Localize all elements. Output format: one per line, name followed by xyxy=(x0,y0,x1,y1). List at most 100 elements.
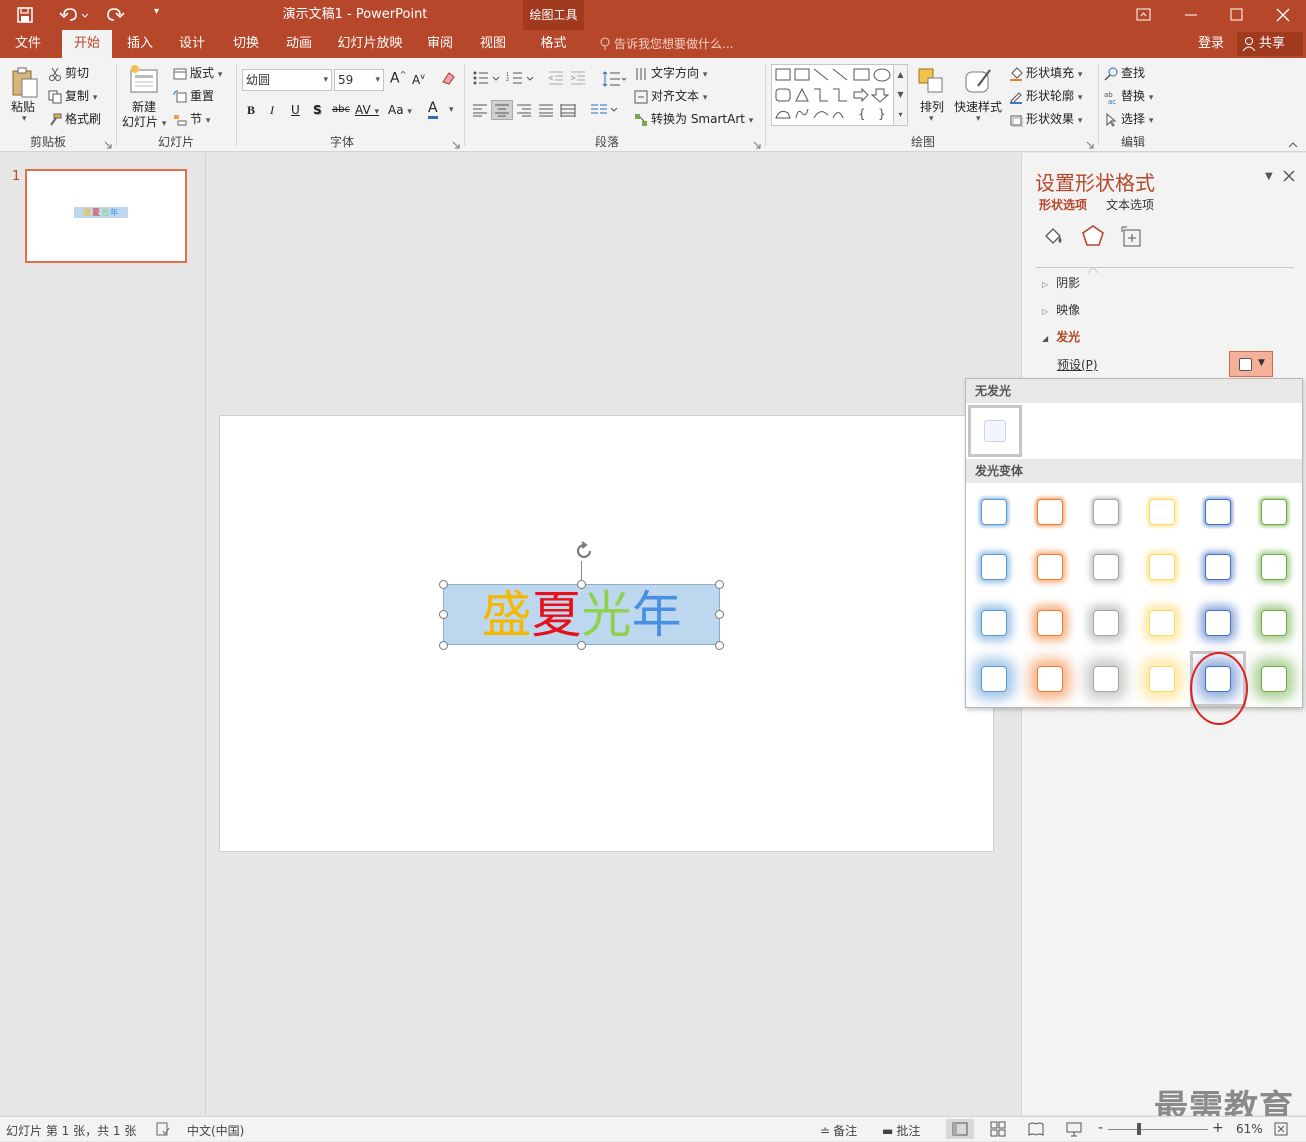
launcher-icon[interactable] xyxy=(104,138,112,149)
numbering-icon[interactable]: 12 xyxy=(506,70,536,86)
zoom-in-button[interactable]: + xyxy=(1212,1120,1224,1136)
ribbon-display-icon[interactable] xyxy=(1136,7,1152,23)
reset-button[interactable]: 重置 xyxy=(173,87,214,104)
normal-view-icon[interactable] xyxy=(946,1119,974,1139)
copy-button[interactable]: 复制 ▾ xyxy=(48,87,97,104)
resize-handle[interactable] xyxy=(577,641,586,650)
glow-variant-option[interactable] xyxy=(1093,610,1119,636)
tab-file[interactable]: 文件 xyxy=(4,30,52,58)
slide-thumbnail[interactable]: 盛夏光年 xyxy=(25,169,187,263)
tab-insert[interactable]: 插入 xyxy=(116,30,164,58)
font-name-combo[interactable]: 幼圆 ▾ xyxy=(242,69,332,91)
columns-icon[interactable] xyxy=(590,103,620,117)
resize-handle[interactable] xyxy=(715,580,724,589)
resize-handle[interactable] xyxy=(439,580,448,589)
spellcheck-icon[interactable] xyxy=(156,1122,170,1136)
glow-variant-option[interactable] xyxy=(1093,554,1119,580)
align-left-icon[interactable] xyxy=(472,103,488,117)
shape-effects-button[interactable]: 形状效果 ▾ xyxy=(1009,110,1082,127)
fill-line-icon[interactable] xyxy=(1042,226,1064,248)
tab-home[interactable]: 开始 xyxy=(62,30,112,58)
tab-animations[interactable]: 动画 xyxy=(275,30,323,58)
glow-variant-option[interactable] xyxy=(1261,666,1287,692)
glow-variant-option[interactable] xyxy=(1149,499,1175,525)
resize-handle[interactable] xyxy=(439,641,448,650)
arrange-dropdown[interactable]: ▾ xyxy=(929,114,934,124)
resize-handle[interactable] xyxy=(439,610,448,619)
fit-slide-icon[interactable] xyxy=(1274,1122,1288,1136)
tab-text-options[interactable]: 文本选项 xyxy=(1106,196,1154,213)
new-slide-label-2[interactable]: 幻灯片 ▾ xyxy=(122,113,166,130)
glow-variant-option[interactable] xyxy=(1037,666,1063,692)
quick-styles-label[interactable]: 快速样式 xyxy=(954,98,1002,115)
line-spacing-icon[interactable] xyxy=(602,70,628,88)
glow-variant-option[interactable] xyxy=(1205,499,1231,525)
zoom-slider-thumb[interactable] xyxy=(1137,1123,1141,1135)
drawing-launcher-icon[interactable] xyxy=(1086,138,1094,149)
glow-variant-option[interactable] xyxy=(981,554,1007,580)
customize-qat-icon[interactable]: ▾ xyxy=(154,6,168,20)
effects-pentagon-icon[interactable] xyxy=(1081,224,1105,248)
convert-smartart-button[interactable]: 转换为 SmartArt ▾ xyxy=(634,110,753,127)
tell-me-box[interactable]: 告诉我您想要做什么... xyxy=(614,30,733,58)
underline-button[interactable]: U xyxy=(291,103,300,117)
section-button[interactable]: 节 ▾ xyxy=(173,110,210,127)
glow-variant-option[interactable] xyxy=(1093,499,1119,525)
language-indicator[interactable]: 中文(中国) xyxy=(187,1122,244,1139)
glow-variant-option[interactable] xyxy=(1149,554,1175,580)
tab-review[interactable]: 审阅 xyxy=(416,30,464,58)
shape-fill-button[interactable]: 形状填充 ▾ xyxy=(1009,64,1082,81)
resize-handle[interactable] xyxy=(577,580,586,589)
paste-icon[interactable] xyxy=(10,66,40,100)
zoom-slider-track[interactable] xyxy=(1108,1129,1208,1130)
comments-button[interactable]: ▬ 批注 xyxy=(882,1122,920,1139)
resize-handle[interactable] xyxy=(715,610,724,619)
replace-button[interactable]: ab ac 替换 ▾ xyxy=(1104,87,1153,106)
close-icon[interactable] xyxy=(1275,7,1291,23)
glow-preset-dropdown[interactable]: ▼ xyxy=(1229,351,1273,377)
glow-variant-option[interactable] xyxy=(1205,610,1231,636)
undo-icon[interactable] xyxy=(58,5,89,25)
no-glow-option[interactable] xyxy=(968,405,1022,457)
shadow-button[interactable]: S xyxy=(313,103,322,117)
tab-view[interactable]: 视图 xyxy=(469,30,517,58)
arrange-label[interactable]: 排列 xyxy=(920,98,944,115)
cut-button[interactable]: 剪切 xyxy=(48,64,89,81)
glow-variant-option[interactable] xyxy=(1093,666,1119,692)
align-text-button[interactable]: 对齐文本 ▾ xyxy=(634,87,707,104)
shapes-gallery-scroll[interactable]: ▲ ▼ ▾ xyxy=(893,64,908,126)
section-reflection[interactable]: ▷ 映像 xyxy=(1042,301,1080,318)
glow-variant-option[interactable] xyxy=(1261,554,1287,580)
slideshow-icon[interactable] xyxy=(1066,1121,1082,1137)
tab-shape-options[interactable]: 形状选项 xyxy=(1039,196,1087,213)
clear-format-icon[interactable] xyxy=(440,70,456,86)
font-color-dropdown[interactable]: ▾ xyxy=(449,105,454,115)
glow-variant-option[interactable] xyxy=(1149,666,1175,692)
zoom-level[interactable]: 61% xyxy=(1236,1122,1263,1136)
glow-variant-option[interactable] xyxy=(1037,610,1063,636)
tab-format[interactable]: 格式 xyxy=(523,30,584,58)
bullets-icon[interactable] xyxy=(472,70,502,86)
pane-options-icon[interactable]: ▼ xyxy=(1265,171,1277,183)
glow-variant-option[interactable] xyxy=(981,610,1007,636)
change-case-button[interactable]: Aa ▾ xyxy=(388,103,412,117)
size-properties-icon[interactable] xyxy=(1121,226,1143,248)
glow-variant-option[interactable] xyxy=(1149,610,1175,636)
glow-variant-option[interactable] xyxy=(1205,554,1231,580)
redo-icon[interactable] xyxy=(106,5,126,25)
layout-button[interactable]: 版式 ▾ xyxy=(173,64,222,81)
align-right-icon[interactable] xyxy=(516,103,532,117)
shapes-gallery[interactable]: {} xyxy=(771,64,908,126)
section-shadow[interactable]: ▷ 阴影 xyxy=(1042,274,1080,291)
format-painter-button[interactable]: 格式刷 xyxy=(48,110,101,127)
select-button[interactable]: 选择 ▾ xyxy=(1104,110,1153,127)
minimize-icon[interactable] xyxy=(1183,7,1199,23)
paragraph-launcher-icon[interactable] xyxy=(753,138,761,149)
paste-dropdown[interactable]: ▾ xyxy=(22,114,27,124)
char-spacing-button[interactable]: AV ▾ xyxy=(355,103,379,117)
font-color-button[interactable]: A xyxy=(428,101,438,119)
decrease-indent-icon[interactable] xyxy=(547,70,564,86)
glow-variant-option[interactable] xyxy=(1037,499,1063,525)
font-launcher-icon[interactable] xyxy=(452,138,460,149)
increase-indent-icon[interactable] xyxy=(570,70,586,86)
